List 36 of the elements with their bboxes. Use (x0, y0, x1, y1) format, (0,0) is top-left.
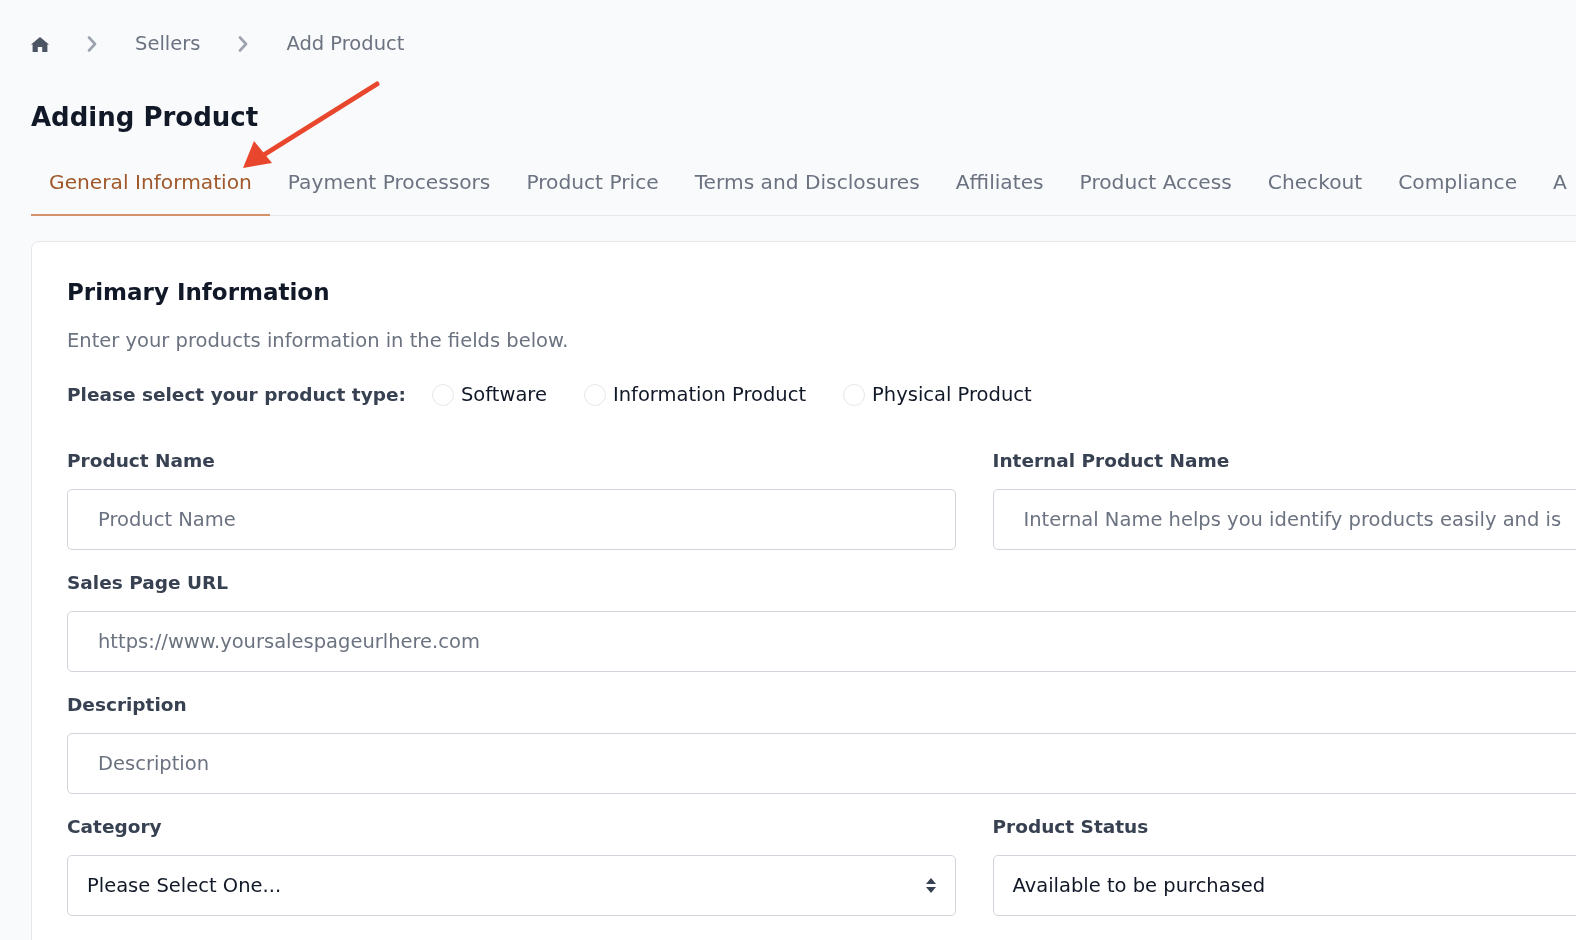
radio-label[interactable]: Information Product (612, 382, 807, 408)
field-label: Sales Page URL (67, 571, 228, 595)
radio-button[interactable] (431, 384, 454, 406)
tab[interactable]: Product Price (508, 150, 677, 216)
field-label: Product Status (992, 815, 1149, 839)
input-field[interactable]: Internal Name helps you identify products easily and is (992, 489, 1576, 550)
select-field[interactable]: Please Select One... (67, 855, 956, 916)
field-label: Category (67, 815, 162, 839)
field-label: Internal Product Name (992, 449, 1230, 473)
tab[interactable]: Compliance (1380, 150, 1536, 216)
input-field[interactable]: Description (67, 733, 1576, 794)
input-field[interactable]: Product Name (67, 489, 956, 550)
field-label: Description (67, 693, 187, 717)
radio-button[interactable] (583, 384, 606, 406)
page-title: Adding Product (31, 101, 259, 134)
product-type-label: Please select your product type: (67, 383, 406, 407)
tab[interactable]: Checkout (1249, 150, 1381, 216)
home-icon[interactable] (31, 36, 49, 52)
tab[interactable]: Payment Processors (269, 150, 509, 216)
tab[interactable]: Terms and Disclosures (676, 150, 938, 216)
field-label: Product Name (67, 449, 215, 473)
radio-label[interactable]: Software (460, 382, 547, 408)
input-field[interactable]: https://www.yoursalespageurlhere.com (67, 611, 1576, 672)
radio-label[interactable]: Physical Product (872, 382, 1032, 408)
breadcrumb-link[interactable]: Sellers (135, 31, 201, 57)
sort-caret-icon (925, 878, 936, 893)
select-field[interactable]: Available to be purchased (992, 855, 1576, 916)
tab[interactable]: A (1535, 150, 1576, 216)
chevron-right-icon (238, 36, 249, 52)
tab[interactable]: Affiliates (937, 150, 1062, 216)
section-title: Primary Information (67, 278, 330, 307)
chevron-right-icon (87, 36, 97, 52)
breadcrumb-current: Add Product (286, 31, 405, 57)
section-subtitle: Enter your products information in the fields below. (67, 328, 569, 354)
radio-button[interactable] (843, 384, 866, 406)
tab[interactable]: Product Access (1061, 150, 1250, 216)
